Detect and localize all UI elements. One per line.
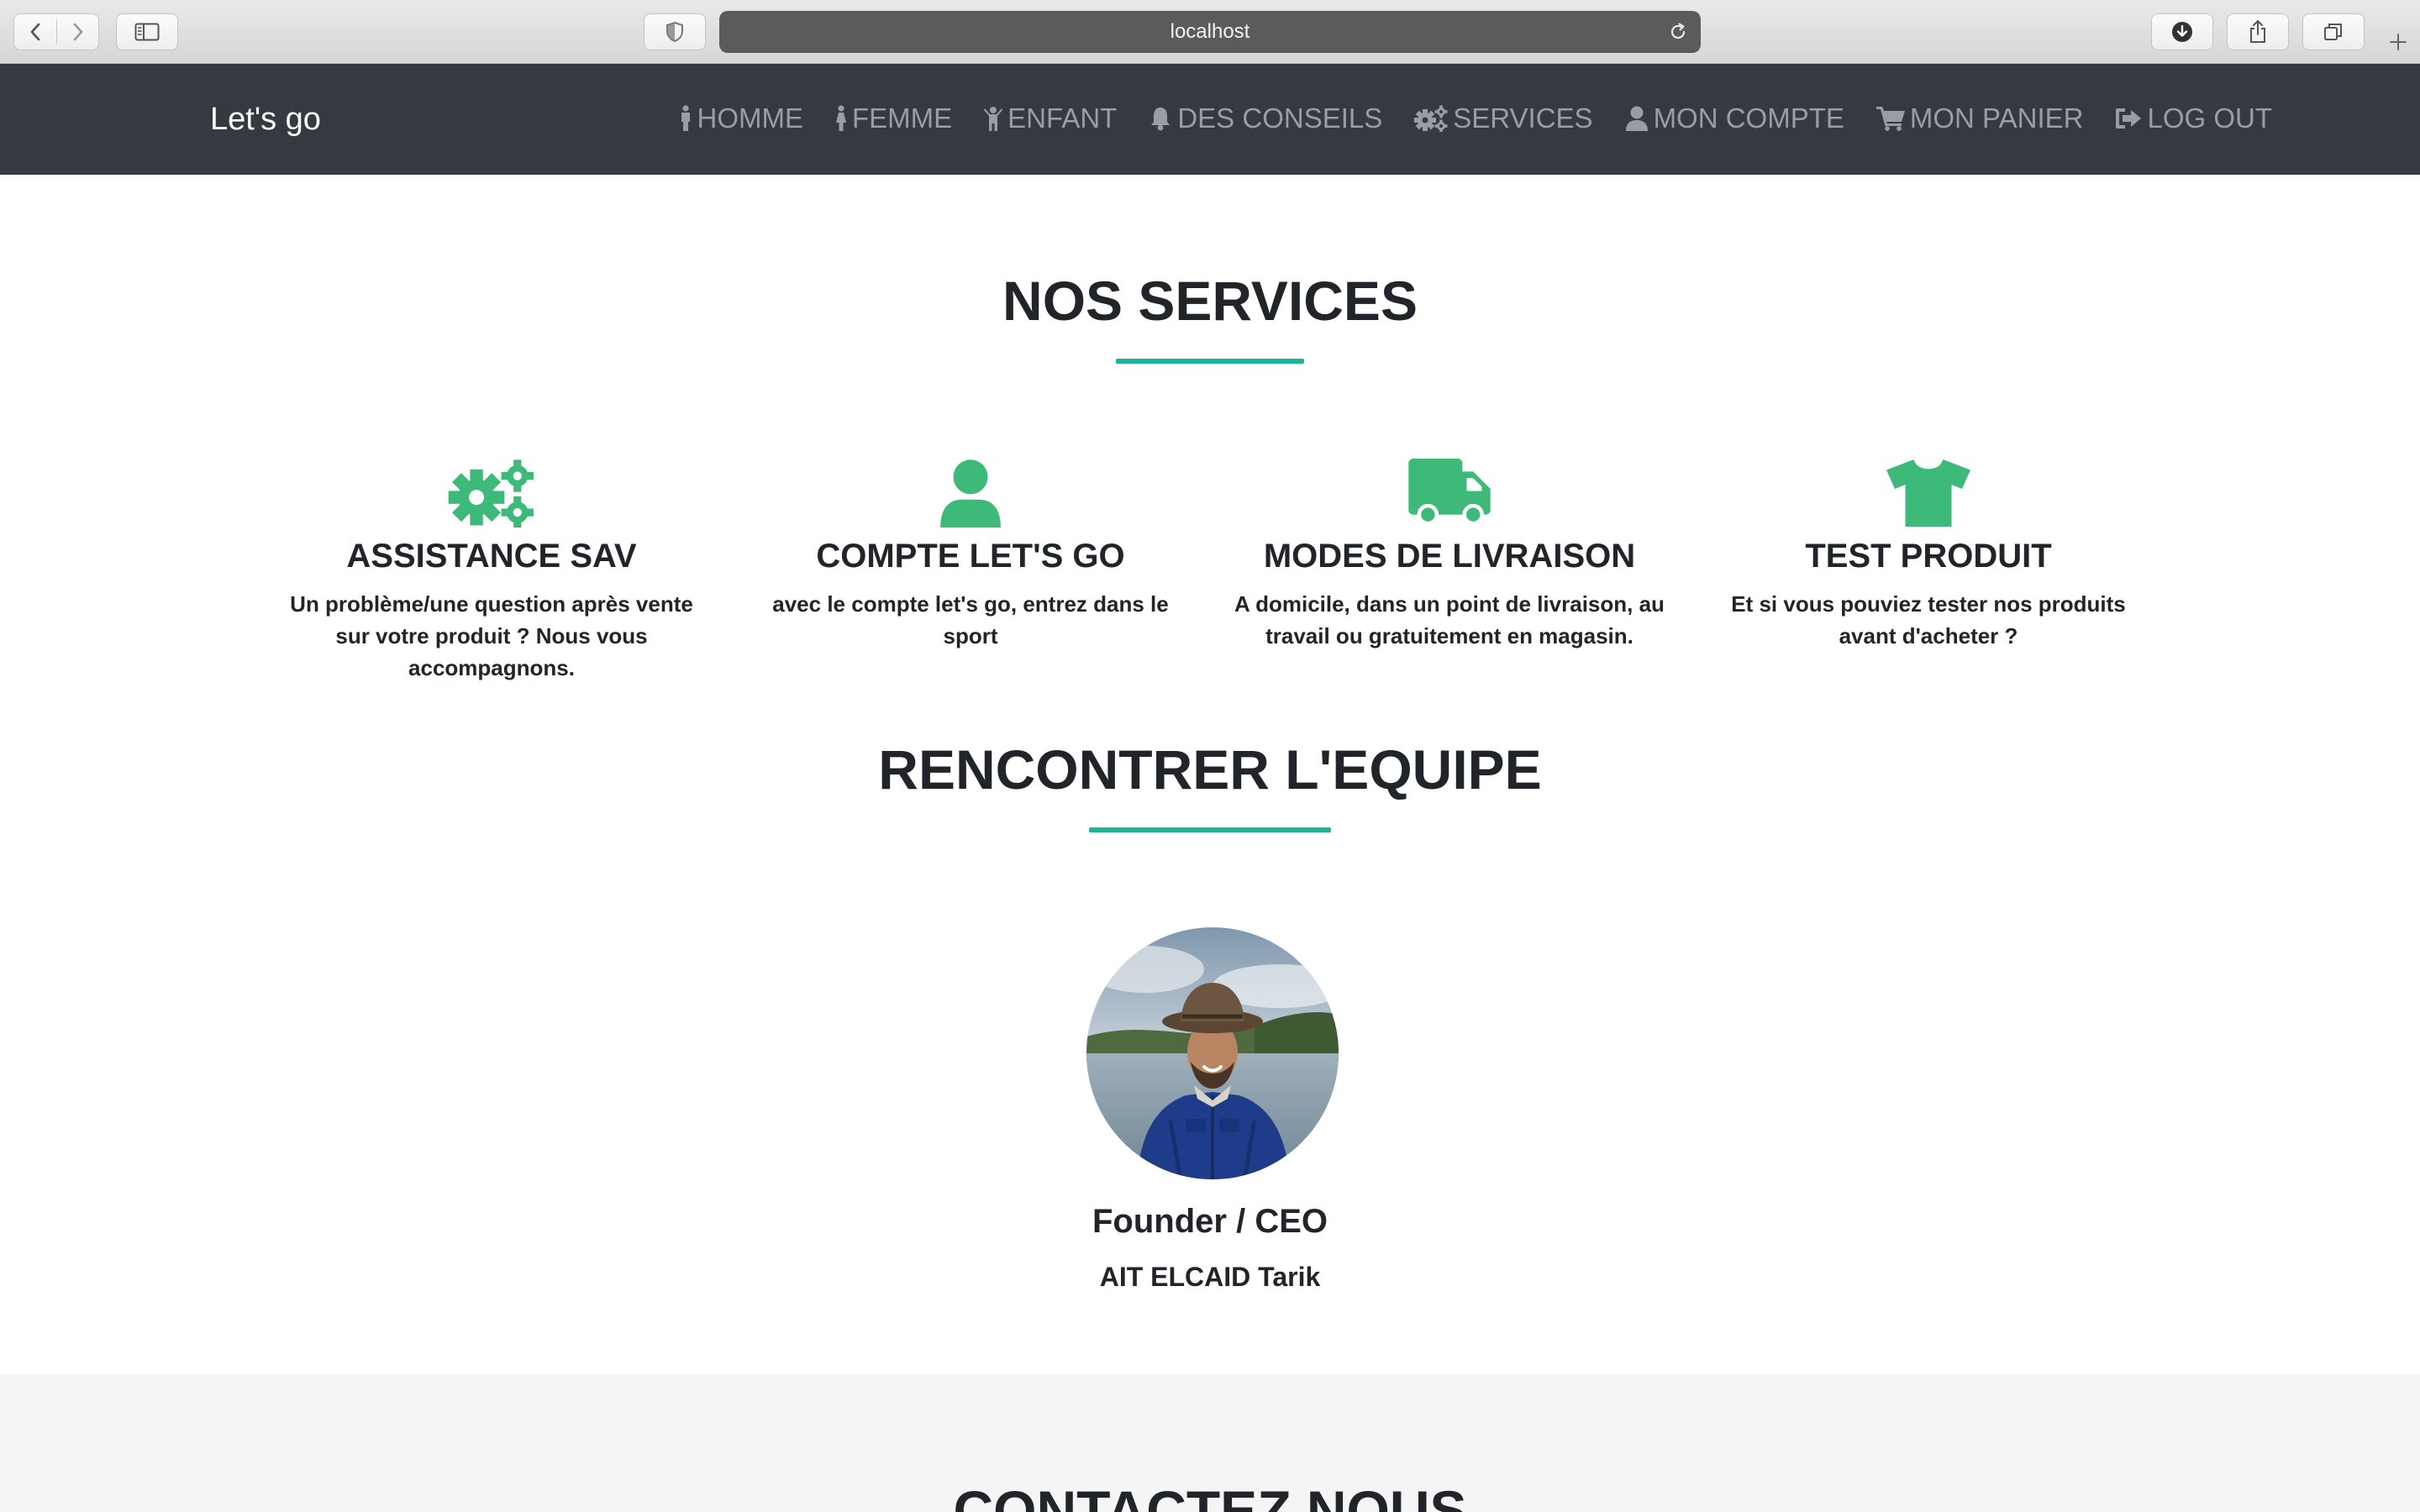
url-text: localhost [1170, 20, 1250, 43]
service-icon-wrap [1210, 454, 1689, 528]
contact-section: CONTACTEZ NOUS [0, 1374, 2420, 1512]
sidebar-toggle-button[interactable] [116, 13, 178, 50]
tabs-icon [2324, 24, 2342, 40]
cogs-icon [448, 459, 534, 528]
nav-link-log-out[interactable]: LOG OUT [2115, 102, 2272, 135]
forward-button[interactable] [57, 14, 99, 50]
nav-link-enfant[interactable]: ENFANT [984, 102, 1117, 135]
service-card: COMPTE LET'S GO avec le compte let's go,… [731, 454, 1210, 652]
service-description: avec le compte let's go, entrez dans le … [772, 591, 1169, 648]
nav-link-label: FEMME [851, 102, 953, 134]
downloads-button[interactable] [2151, 13, 2213, 50]
user-icon [940, 459, 1001, 528]
team-member-name: AIT ELCAID Tarik [1099, 1262, 1321, 1292]
nav-link-homme[interactable]: HOMME [680, 102, 803, 135]
share-button[interactable] [2227, 13, 2289, 50]
nav-link-label: MON PANIER [1909, 102, 2084, 134]
service-icon-wrap [252, 454, 731, 528]
team-member-avatar [1086, 927, 1339, 1179]
reload-icon[interactable] [1667, 21, 1689, 43]
cogs-icon [1414, 105, 1448, 132]
download-icon [2172, 22, 2192, 42]
nav-link-label: SERVICES [1453, 102, 1593, 134]
history-nav-group [13, 13, 99, 50]
site-navbar: Let's go HOMME FEMME ENFANT DES CONSEILS… [0, 64, 2420, 175]
service-title: MODES DE LIVRAISON [1263, 538, 1636, 575]
female-icon [835, 105, 846, 131]
service-card: MODES DE LIVRAISON A domicile, dans un p… [1210, 454, 1689, 652]
service-card: ASSISTANCE SAV Un problème/une question … [252, 454, 731, 684]
nav-link-mon-panier[interactable]: MON PANIER [1876, 102, 2084, 135]
service-icon-wrap [1689, 454, 2168, 528]
nav-links: HOMME FEMME ENFANT DES CONSEILS SERVICES… [648, 97, 2272, 139]
back-button[interactable] [14, 14, 56, 50]
shield-icon [666, 21, 683, 43]
chevron-right-icon [73, 23, 83, 41]
service-title: COMPTE LET'S GO [816, 538, 1125, 575]
service-description: A domicile, dans un point de livraison, … [1234, 591, 1665, 648]
show-tabs-button[interactable] [2302, 13, 2365, 50]
service-card: TEST PRODUIT Et si vous pouviez tester n… [1689, 454, 2168, 652]
chevron-left-icon [30, 23, 40, 41]
team-member-role: Founder / CEO [1092, 1203, 1328, 1240]
child-icon [984, 107, 1003, 131]
browser-toolbar: localhost [0, 0, 2420, 64]
plus-icon [2390, 34, 2407, 50]
address-bar[interactable]: localhost [719, 11, 1701, 53]
services-list: ASSISTANCE SAV Un problème/une question … [252, 454, 2168, 680]
services-title: NOS SERVICES [1002, 270, 1418, 332]
services-title-underline [1116, 359, 1304, 364]
nav-link-label: DES CONSEILS [1177, 102, 1383, 134]
service-description: Et si vous pouviez tester nos produits a… [1731, 591, 2126, 648]
male-icon [681, 105, 691, 131]
member-photo [1086, 927, 1339, 1179]
brand-logo[interactable]: Let's go [210, 101, 321, 138]
service-description: Un problème/une question après vente sur… [290, 591, 693, 680]
team-title-underline [1089, 827, 1331, 832]
nav-link-des-conseils[interactable]: DES CONSEILS [1149, 102, 1382, 135]
nav-link-services[interactable]: SERVICES [1414, 102, 1593, 135]
truck-icon [1408, 459, 1491, 526]
share-icon [2250, 20, 2265, 43]
user-icon [1625, 106, 1648, 131]
nav-link-label: ENFANT [1007, 102, 1118, 134]
service-title: TEST PRODUIT [1805, 538, 2052, 575]
nav-link-femme[interactable]: FEMME [835, 102, 952, 135]
nav-link-label: LOG OUT [2147, 102, 2272, 134]
service-title: ASSISTANCE SAV [346, 538, 637, 575]
tshirt-icon [1886, 459, 1970, 527]
new-tab-button[interactable] [2383, 27, 2413, 57]
nav-link-label: MON COMPTE [1653, 102, 1844, 134]
sidebar-icon [134, 23, 160, 41]
contact-title: CONTACTEZ NOUS [953, 1479, 1467, 1512]
cart-icon [1876, 107, 1905, 131]
logout-icon [2116, 108, 2142, 129]
nav-link-label: HOMME [697, 102, 803, 134]
bell-icon [1151, 108, 1171, 131]
nav-link-mon-compte[interactable]: MON COMPTE [1625, 102, 1844, 135]
privacy-report-button[interactable] [644, 13, 706, 50]
service-icon-wrap [731, 454, 1210, 528]
team-title: RENCONTRER L'EQUIPE [878, 738, 1542, 801]
